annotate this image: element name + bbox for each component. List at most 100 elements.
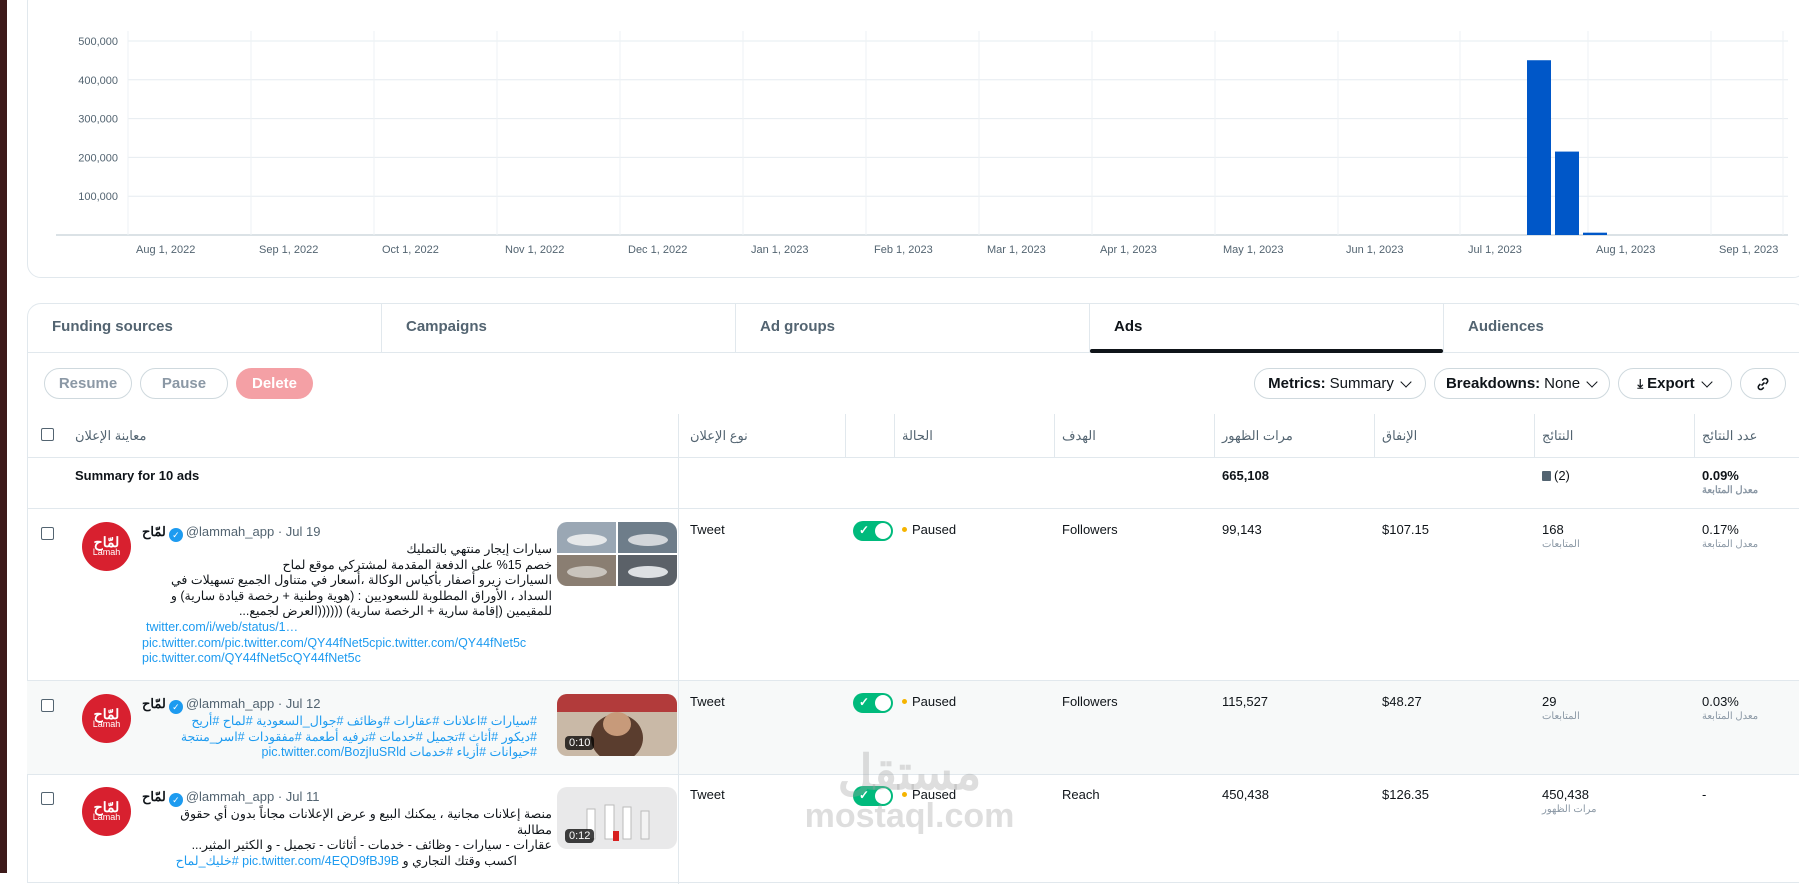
select-all-checkbox[interactable] — [41, 428, 54, 441]
tweet-link[interactable]: #ديكور #أثاث #تجميل #خدمات #ترفيه أطعمة … — [142, 730, 537, 746]
watermark-arabic: مستقل — [837, 747, 982, 800]
row-checkbox[interactable] — [41, 699, 54, 712]
metrics-value: Summary — [1329, 375, 1394, 392]
row-checkbox[interactable] — [41, 527, 54, 540]
col-spend[interactable]: الإنفاق — [1382, 428, 1417, 444]
tweet-line: خصم 15% على الدفعة المقدمة لمشتركي موقع … — [282, 557, 553, 572]
col-results[interactable]: النتائج — [1542, 428, 1573, 444]
x-tick-label: Aug 1, 2023 — [1596, 244, 1655, 256]
ad-status: Paused — [902, 522, 956, 537]
tweet-link[interactable]: pic.twitter.com/4EQD9fBJ9B #خليك_لماح — [176, 854, 399, 868]
tab-ad-groups[interactable]: Ad groups — [736, 304, 1090, 352]
results-sub: المتابعات — [1542, 711, 1580, 722]
account-name[interactable]: لمّاح — [142, 524, 166, 539]
breakdowns-value: None — [1544, 375, 1581, 392]
results-sub: المتابعات — [1542, 539, 1580, 550]
ad-results: 450,438 مرات الظهور — [1542, 787, 1596, 815]
tweet-link[interactable]: #سيارات #اعلانات #عقارات #وظائف #جوال_ال… — [142, 714, 537, 730]
col-type[interactable]: نوع الإعلان — [690, 428, 748, 444]
x-tick-label: Sep 1, 2022 — [259, 244, 318, 256]
account-handle[interactable]: @lammah_app — [186, 696, 274, 711]
ad-rate: - — [1702, 787, 1707, 802]
x-tick-label: Nov 1, 2022 — [505, 244, 564, 256]
tweet-line: منصة إعلانات مجانية ، يمكنك البيع و عرض … — [180, 807, 552, 821]
account-handle[interactable]: @lammah_app — [186, 789, 274, 804]
ad-results: 168 المتابعات — [1542, 522, 1580, 550]
video-duration: 0:12 — [565, 829, 595, 843]
column-divider — [1694, 414, 1695, 457]
metrics-dropdown[interactable]: Metrics: Summary — [1254, 368, 1426, 399]
x-tick-label: Oct 1, 2022 — [382, 244, 439, 256]
ad-objective: Followers — [1062, 522, 1118, 537]
delete-button[interactable]: Delete — [236, 368, 313, 399]
results-sub: مرات الظهور — [1542, 804, 1597, 815]
status-text: Paused — [912, 522, 957, 537]
row-divider — [27, 508, 1799, 509]
tweet-media-thumbnail[interactable] — [557, 522, 677, 586]
col-status[interactable]: الحالة — [902, 428, 933, 444]
col-impressions[interactable]: مرات الظهور — [1222, 428, 1293, 444]
summary-impressions: 665,108 — [1222, 468, 1269, 483]
ad-spend: $107.15 — [1382, 522, 1429, 537]
tab-campaigns[interactable]: Campaigns — [382, 304, 736, 352]
ad-status-toggle[interactable]: ✓ — [853, 693, 893, 713]
tweet-line: مطالبة — [516, 822, 552, 837]
check-icon: ✓ — [859, 523, 870, 537]
column-divider — [1534, 414, 1535, 457]
tweet-video-thumbnail[interactable]: 0:10 — [557, 694, 677, 756]
tweet-header: لمّاح ✓ @lammah_app · Jul 19 — [142, 524, 320, 542]
download-icon: ⤓ — [1637, 375, 1644, 391]
ad-status-toggle[interactable]: ✓ — [853, 521, 893, 541]
tweet-header: لمّاح ✓ @lammah_app · Jul 11 — [142, 789, 320, 807]
tab-audiences[interactable]: Audiences — [1444, 304, 1798, 352]
tweet-link[interactable]: pic.twitter.com/pic.twitter.com/QY44fNet… — [142, 636, 562, 652]
tweet-link[interactable]: #حيوانات #أزياء #خدمات pic.twitter.com/B… — [142, 745, 538, 761]
rate-sub: معدل المتابعة — [1702, 539, 1759, 550]
export-dropdown[interactable]: ⤓ Export — [1618, 368, 1732, 399]
tweet-video-thumbnail[interactable]: 0:12 — [557, 787, 677, 849]
results-breakdown-icon[interactable] — [1542, 471, 1551, 481]
resume-button[interactable]: Resume — [44, 368, 132, 399]
col-result-rate[interactable]: عدد النتائج — [1702, 428, 1757, 444]
account-handle[interactable]: @lammah_app — [186, 524, 274, 539]
account-name[interactable]: لمّاح — [142, 789, 166, 804]
watermark-english: mostaql.com — [804, 797, 1015, 835]
tweet-link[interactable]: pic.twitter.com/QY44fNet5cQY44fNet5c — [142, 651, 562, 667]
x-tick-label: Jan 1, 2023 — [751, 244, 809, 256]
tweet-links: twitter.com/i/web/status/1… pic.twitter.… — [142, 620, 562, 667]
chevron-down-icon — [1700, 375, 1713, 388]
tab-funding-sources[interactable]: Funding sources — [28, 304, 382, 352]
col-preview[interactable]: معاينة الإعلان — [75, 428, 146, 444]
summary-results: (2) — [1542, 468, 1570, 483]
y-tick-label: 100,000 — [78, 191, 118, 203]
tweet-date: · Jul 11 — [277, 789, 320, 804]
summary-results-value: (2) — [1554, 468, 1570, 483]
tweet-text: منصة إعلانات مجانية ، يمكنك البيع و عرض … — [142, 807, 552, 854]
impressions-chart: 500,000 400,000 300,000 200,000 100,000 Aug 1… — [56, 31, 1788, 256]
link-icon — [1757, 377, 1769, 390]
rate-value: 0.03% — [1702, 694, 1739, 709]
tweet-line: عقارات - سيارات - وظائف - خدمات - أثاثات… — [191, 838, 552, 852]
account-name[interactable]: لمّاح — [142, 696, 166, 711]
tweet-link[interactable]: twitter.com/i/web/status/1… — [142, 620, 562, 636]
summary-rate: 0.09% معدل المتابعة — [1702, 468, 1758, 496]
avatar: لمّاح Lamah — [82, 522, 131, 571]
breakdowns-label: Breakdowns: — [1445, 375, 1541, 392]
row-divider — [27, 680, 1799, 681]
summary-label: Summary for 10 ads — [75, 468, 200, 483]
tweet-line: السيارات زيرو أصفار بأكياس الوكالة ،أسعا… — [170, 573, 552, 587]
tab-ads[interactable]: Ads — [1090, 304, 1444, 353]
column-divider — [1054, 414, 1055, 457]
copy-link-button[interactable] — [1740, 368, 1786, 399]
breakdowns-dropdown[interactable]: Breakdowns: None — [1434, 368, 1610, 399]
y-tick-label: 200,000 — [78, 152, 118, 164]
pause-button[interactable]: Pause — [140, 368, 228, 399]
rate-value: 0.17% — [1702, 522, 1739, 537]
chart-bar — [1555, 151, 1579, 235]
chevron-down-icon — [1400, 375, 1412, 388]
x-tick-label: Apr 1, 2023 — [1100, 244, 1157, 256]
row-checkbox[interactable] — [41, 792, 54, 805]
col-objective[interactable]: الهدف — [1062, 428, 1096, 444]
x-tick-label: Sep 1, 2023 — [1719, 244, 1778, 256]
metrics-label: Metrics: — [1268, 375, 1326, 392]
